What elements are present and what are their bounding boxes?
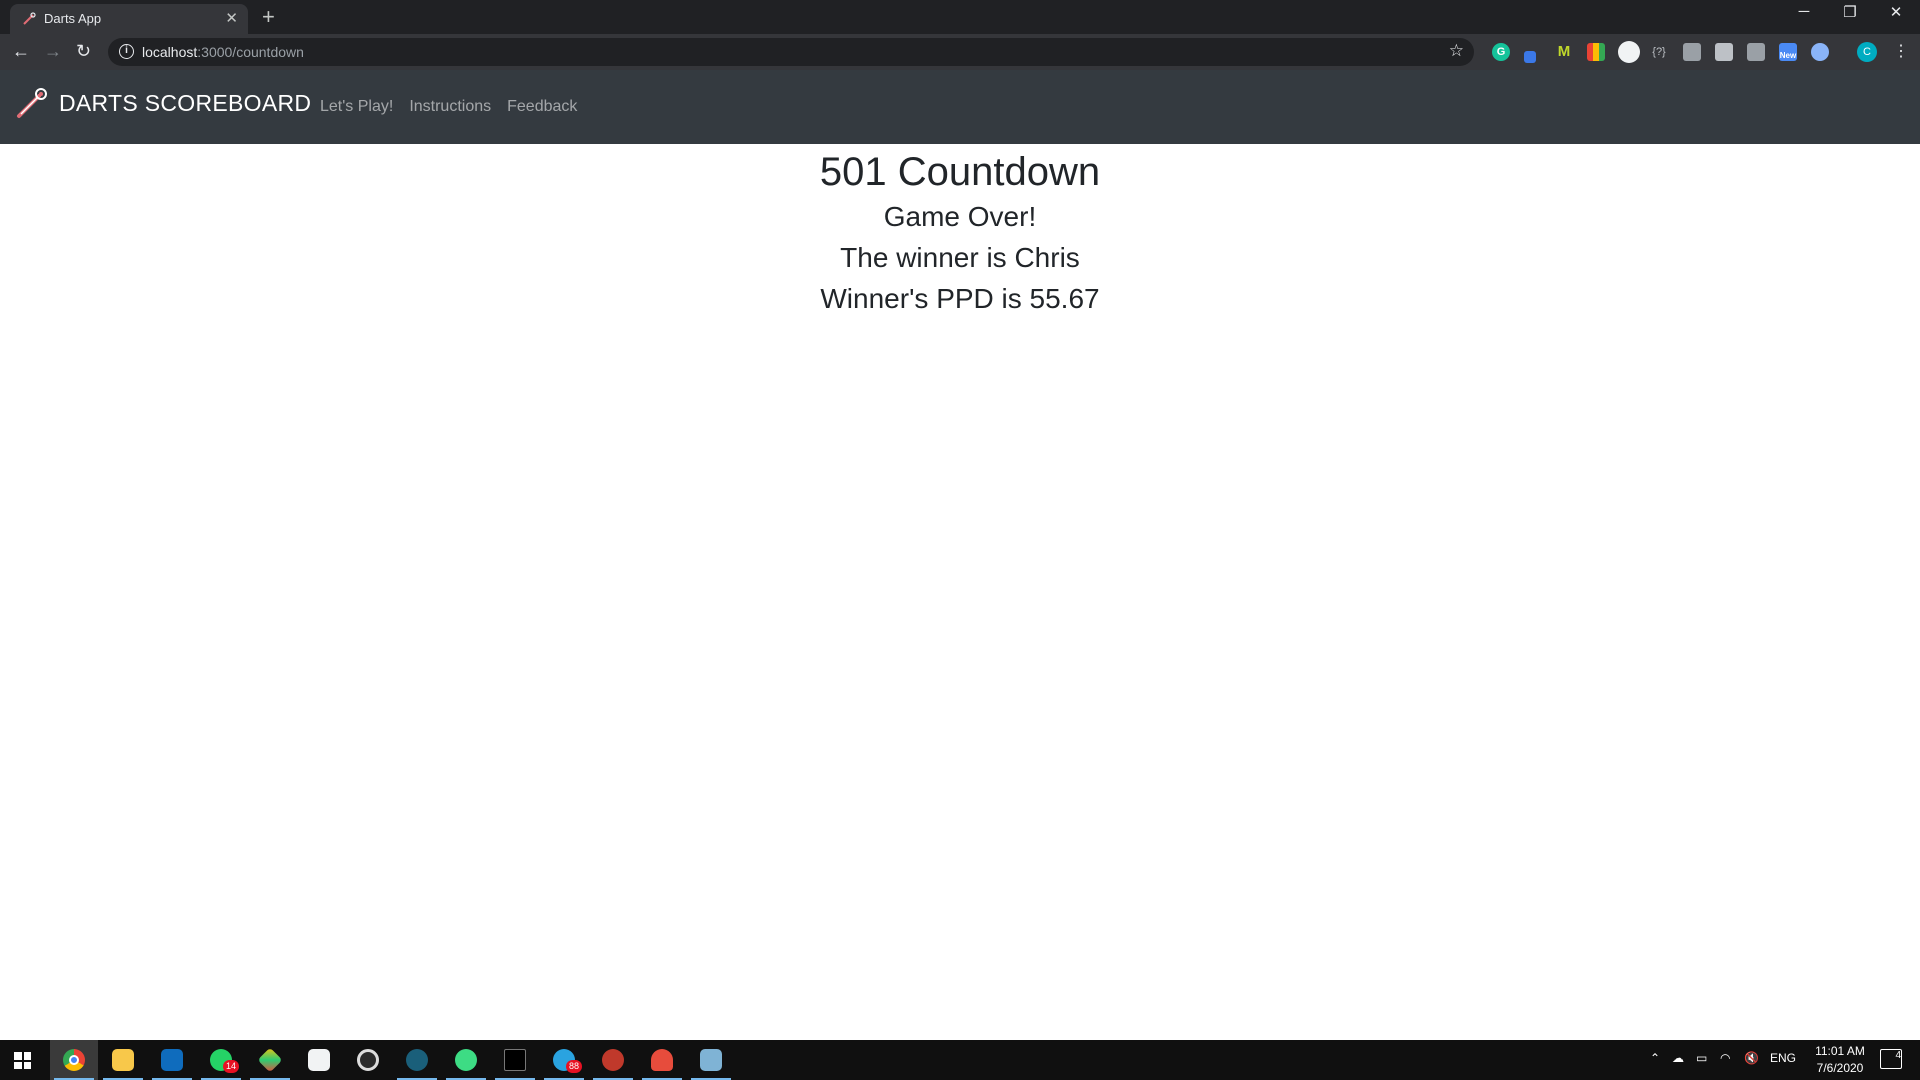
app-navbar: DARTS SCOREBOARD Let's Play! Instruction… bbox=[0, 70, 1920, 144]
dart-logo-icon bbox=[17, 88, 47, 118]
game-status: Game Over! bbox=[883, 201, 1037, 232]
white-circle-icon[interactable] bbox=[1618, 41, 1640, 63]
url-text: localhost:3000/countdown bbox=[142, 44, 304, 60]
m-icon[interactable]: M bbox=[1555, 43, 1573, 61]
main-content: 501 Countdown Game Over! The winner is C… bbox=[0, 144, 1920, 1040]
chrome-icon[interactable] bbox=[50, 1040, 98, 1080]
owl-icon[interactable] bbox=[1811, 43, 1829, 61]
mushroom-icon[interactable] bbox=[638, 1040, 686, 1080]
color-grid-icon[interactable] bbox=[1587, 43, 1605, 61]
nav-lets-play[interactable]: Let's Play! bbox=[320, 98, 393, 116]
git-icon[interactable] bbox=[246, 1040, 294, 1080]
bookmark-star-icon[interactable]: ☆ bbox=[1449, 41, 1464, 61]
new-tab-icon[interactable]: + bbox=[262, 4, 275, 30]
app-icon[interactable] bbox=[393, 1040, 441, 1080]
close-window-icon[interactable]: ✕ bbox=[1876, 3, 1916, 21]
browser-toolbar: ← → ↻ i localhost:3000/countdown ☆ G M {… bbox=[0, 34, 1920, 70]
lock-icon[interactable] bbox=[1683, 43, 1701, 61]
wifi-icon[interactable]: ◠ bbox=[1720, 1051, 1730, 1065]
profile-avatar[interactable]: C bbox=[1857, 42, 1877, 62]
tray-chevron-icon[interactable]: ⌃ bbox=[1650, 1051, 1660, 1065]
brand-title: DARTS SCOREBOARD bbox=[59, 89, 312, 116]
telegram-icon[interactable]: 88 bbox=[540, 1040, 588, 1080]
square-icon[interactable] bbox=[1747, 43, 1765, 61]
whatsapp-badge: 14 bbox=[223, 1060, 240, 1073]
clock-date: 7/6/2020 bbox=[1816, 1061, 1864, 1075]
braces-icon[interactable]: {?} bbox=[1650, 43, 1668, 61]
battery-icon[interactable]: ▭ bbox=[1696, 1051, 1707, 1065]
grammarly-icon[interactable]: G bbox=[1492, 43, 1510, 61]
pen-icon[interactable] bbox=[1524, 51, 1536, 63]
winner-text: The winner is Chris bbox=[840, 242, 1080, 273]
darts-favicon-icon bbox=[23, 12, 36, 25]
browser-tab[interactable]: Darts App ✕ bbox=[10, 4, 248, 34]
language-indicator[interactable]: ENG bbox=[1770, 1051, 1796, 1065]
spotify-icon[interactable] bbox=[442, 1040, 490, 1080]
media-icon[interactable] bbox=[344, 1040, 392, 1080]
page-title: 501 Countdown bbox=[819, 150, 1101, 194]
new-badge-icon[interactable]: New bbox=[1779, 43, 1797, 61]
paint-icon[interactable] bbox=[687, 1040, 735, 1080]
back-icon[interactable]: ← bbox=[12, 41, 30, 62]
winner-ppd: Winner's PPD is 55.67 bbox=[820, 283, 1100, 314]
whatsapp-icon[interactable]: 14 bbox=[197, 1040, 245, 1080]
terminal-icon[interactable] bbox=[491, 1040, 539, 1080]
windows-taskbar: 14 88 ⌃ ☁ ▭ ◠ 🔇 ENG 11:01 AM 7/6/2020 4 bbox=[0, 1040, 1920, 1080]
brand-link[interactable]: DARTS SCOREBOARD bbox=[15, 86, 311, 120]
restore-icon[interactable]: ❐ bbox=[1830, 3, 1870, 21]
nav-feedback[interactable]: Feedback bbox=[507, 98, 577, 116]
speaker-muted-icon[interactable]: 🔇 bbox=[1744, 1051, 1759, 1065]
camera-icon[interactable] bbox=[1715, 43, 1733, 61]
browser-tabstrip: Darts App ✕ + ─ ❐ ✕ bbox=[0, 0, 1920, 34]
notification-center-icon[interactable]: 4 bbox=[1880, 1049, 1902, 1069]
menu-dots-icon[interactable]: ⋮ bbox=[1893, 41, 1909, 61]
tab-title: Darts App bbox=[44, 11, 102, 26]
minimize-icon[interactable]: ─ bbox=[1784, 3, 1824, 20]
tab-close-icon[interactable]: ✕ bbox=[225, 9, 238, 27]
nav-links: Let's Play! Instructions Feedback bbox=[320, 98, 593, 116]
taskbar-clock[interactable]: 11:01 AM 7/6/2020 bbox=[1800, 1043, 1880, 1077]
address-bar[interactable]: i localhost:3000/countdown ☆ bbox=[108, 38, 1474, 66]
site-info-icon[interactable]: i bbox=[119, 44, 134, 59]
telegram-badge: 88 bbox=[566, 1060, 583, 1073]
typora-icon[interactable] bbox=[295, 1040, 343, 1080]
mail-icon[interactable] bbox=[148, 1040, 196, 1080]
forward-icon[interactable]: → bbox=[44, 41, 62, 62]
file-explorer-icon[interactable] bbox=[99, 1040, 147, 1080]
onedrive-icon[interactable]: ☁ bbox=[1672, 1051, 1684, 1065]
clock-time: 11:01 AM bbox=[1815, 1044, 1865, 1058]
spider-icon[interactable] bbox=[589, 1040, 637, 1080]
windows-start-icon[interactable] bbox=[14, 1052, 31, 1069]
nav-instructions[interactable]: Instructions bbox=[409, 98, 491, 116]
reload-icon[interactable]: ↻ bbox=[76, 41, 91, 62]
